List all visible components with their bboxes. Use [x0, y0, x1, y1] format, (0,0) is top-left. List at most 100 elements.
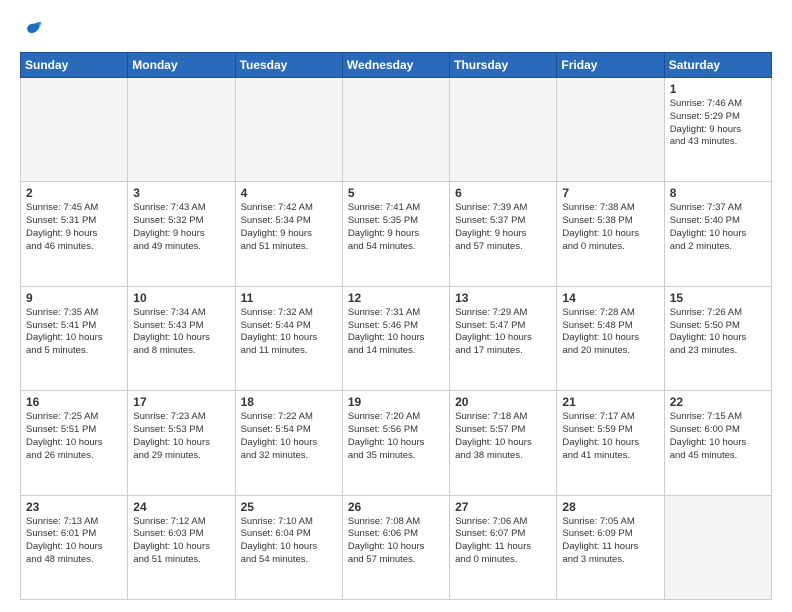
- weekday-monday: Monday: [128, 53, 235, 78]
- calendar-cell: 16 Sunrise: 7:25 AM Sunset: 5:51 PM Dayli…: [21, 391, 128, 495]
- calendar-cell: 21 Sunrise: 7:17 AM Sunset: 5:59 PM Dayli…: [557, 391, 664, 495]
- header: [20, 16, 772, 42]
- day-number: 23: [26, 500, 122, 514]
- day-number: 20: [455, 395, 551, 409]
- day-info: Sunrise: 7:13 AM Sunset: 6:01 PM Dayligh…: [26, 516, 122, 567]
- day-number: 14: [562, 291, 658, 305]
- weekday-thursday: Thursday: [450, 53, 557, 78]
- calendar-cell: 23 Sunrise: 7:13 AM Sunset: 6:01 PM Dayli…: [21, 495, 128, 599]
- calendar-cell: 20 Sunrise: 7:18 AM Sunset: 5:57 PM Dayli…: [450, 391, 557, 495]
- calendar-cell: 28 Sunrise: 7:05 AM Sunset: 6:09 PM Dayli…: [557, 495, 664, 599]
- day-number: 26: [348, 500, 444, 514]
- calendar-cell: 1 Sunrise: 7:46 AM Sunset: 5:29 PM Daylig…: [664, 78, 771, 182]
- day-number: 2: [26, 186, 122, 200]
- day-info: Sunrise: 7:05 AM Sunset: 6:09 PM Dayligh…: [562, 516, 658, 567]
- day-info: Sunrise: 7:20 AM Sunset: 5:56 PM Dayligh…: [348, 411, 444, 462]
- day-info: Sunrise: 7:39 AM Sunset: 5:37 PM Dayligh…: [455, 202, 551, 253]
- calendar-cell: 2 Sunrise: 7:45 AM Sunset: 5:31 PM Daylig…: [21, 182, 128, 286]
- day-info: Sunrise: 7:12 AM Sunset: 6:03 PM Dayligh…: [133, 516, 229, 567]
- calendar-cell: [21, 78, 128, 182]
- day-number: 11: [241, 291, 337, 305]
- calendar-cell: 11 Sunrise: 7:32 AM Sunset: 5:44 PM Dayli…: [235, 286, 342, 390]
- day-info: Sunrise: 7:28 AM Sunset: 5:48 PM Dayligh…: [562, 307, 658, 358]
- calendar-cell: [450, 78, 557, 182]
- week-row-5: 23 Sunrise: 7:13 AM Sunset: 6:01 PM Dayli…: [21, 495, 772, 599]
- day-number: 24: [133, 500, 229, 514]
- weekday-wednesday: Wednesday: [342, 53, 449, 78]
- calendar-cell: 24 Sunrise: 7:12 AM Sunset: 6:03 PM Dayli…: [128, 495, 235, 599]
- day-info: Sunrise: 7:31 AM Sunset: 5:46 PM Dayligh…: [348, 307, 444, 358]
- day-number: 1: [670, 82, 766, 96]
- day-number: 16: [26, 395, 122, 409]
- day-info: Sunrise: 7:18 AM Sunset: 5:57 PM Dayligh…: [455, 411, 551, 462]
- day-number: 25: [241, 500, 337, 514]
- weekday-friday: Friday: [557, 53, 664, 78]
- day-info: Sunrise: 7:23 AM Sunset: 5:53 PM Dayligh…: [133, 411, 229, 462]
- day-number: 8: [670, 186, 766, 200]
- day-info: Sunrise: 7:29 AM Sunset: 5:47 PM Dayligh…: [455, 307, 551, 358]
- day-number: 6: [455, 186, 551, 200]
- weekday-header-row: SundayMondayTuesdayWednesdayThursdayFrid…: [21, 53, 772, 78]
- calendar-cell: 19 Sunrise: 7:20 AM Sunset: 5:56 PM Dayli…: [342, 391, 449, 495]
- calendar-cell: [235, 78, 342, 182]
- calendar-cell: 5 Sunrise: 7:41 AM Sunset: 5:35 PM Daylig…: [342, 182, 449, 286]
- calendar-cell: 10Sunrise: 7:34 AM Sunset: 5:43 PM Dayli…: [128, 286, 235, 390]
- day-number: 5: [348, 186, 444, 200]
- calendar-cell: [342, 78, 449, 182]
- day-number: 9: [26, 291, 122, 305]
- calendar-cell: 6 Sunrise: 7:39 AM Sunset: 5:37 PM Daylig…: [450, 182, 557, 286]
- calendar-cell: 15 Sunrise: 7:26 AM Sunset: 5:50 PM Dayli…: [664, 286, 771, 390]
- calendar-cell: [557, 78, 664, 182]
- day-info: Sunrise: 7:08 AM Sunset: 6:06 PM Dayligh…: [348, 516, 444, 567]
- calendar-cell: [128, 78, 235, 182]
- calendar-cell: 4 Sunrise: 7:42 AM Sunset: 5:34 PM Daylig…: [235, 182, 342, 286]
- weekday-saturday: Saturday: [664, 53, 771, 78]
- day-info: Sunrise: 7:25 AM Sunset: 5:51 PM Dayligh…: [26, 411, 122, 462]
- day-number: 17: [133, 395, 229, 409]
- weekday-sunday: Sunday: [21, 53, 128, 78]
- day-info: Sunrise: 7:41 AM Sunset: 5:35 PM Dayligh…: [348, 202, 444, 253]
- calendar-cell: 17 Sunrise: 7:23 AM Sunset: 5:53 PM Dayli…: [128, 391, 235, 495]
- day-info: Sunrise: 7:38 AM Sunset: 5:38 PM Dayligh…: [562, 202, 658, 253]
- day-info: Sunrise: 7:42 AM Sunset: 5:34 PM Dayligh…: [241, 202, 337, 253]
- calendar-cell: 25 Sunrise: 7:10 AM Sunset: 6:04 PM Dayli…: [235, 495, 342, 599]
- week-row-1: 1 Sunrise: 7:46 AM Sunset: 5:29 PM Daylig…: [21, 78, 772, 182]
- calendar-cell: 7 Sunrise: 7:38 AM Sunset: 5:38 PM Daylig…: [557, 182, 664, 286]
- day-info: Sunrise: 7:26 AM Sunset: 5:50 PM Dayligh…: [670, 307, 766, 358]
- day-number: 19: [348, 395, 444, 409]
- day-info: Sunrise: 7:35 AM Sunset: 5:41 PM Dayligh…: [26, 307, 122, 358]
- day-number: 7: [562, 186, 658, 200]
- calendar-cell: 26 Sunrise: 7:08 AM Sunset: 6:06 PM Dayli…: [342, 495, 449, 599]
- calendar-cell: 9 Sunrise: 7:35 AM Sunset: 5:41 PM Daylig…: [21, 286, 128, 390]
- day-number: 21: [562, 395, 658, 409]
- day-number: 12: [348, 291, 444, 305]
- logo-bird-icon: [22, 20, 44, 42]
- calendar-cell: [664, 495, 771, 599]
- logo: [20, 20, 44, 42]
- day-number: 18: [241, 395, 337, 409]
- day-number: 22: [670, 395, 766, 409]
- day-info: Sunrise: 7:10 AM Sunset: 6:04 PM Dayligh…: [241, 516, 337, 567]
- calendar-cell: 3 Sunrise: 7:43 AM Sunset: 5:32 PM Daylig…: [128, 182, 235, 286]
- day-number: 4: [241, 186, 337, 200]
- calendar-cell: 14 Sunrise: 7:28 AM Sunset: 5:48 PM Dayli…: [557, 286, 664, 390]
- day-number: 3: [133, 186, 229, 200]
- day-info: Sunrise: 7:45 AM Sunset: 5:31 PM Dayligh…: [26, 202, 122, 253]
- day-info: Sunrise: 7:46 AM Sunset: 5:29 PM Dayligh…: [670, 98, 766, 149]
- week-row-2: 2 Sunrise: 7:45 AM Sunset: 5:31 PM Daylig…: [21, 182, 772, 286]
- day-info: Sunrise: 7:15 AM Sunset: 6:00 PM Dayligh…: [670, 411, 766, 462]
- day-number: 15: [670, 291, 766, 305]
- day-info: Sunrise: 7:22 AM Sunset: 5:54 PM Dayligh…: [241, 411, 337, 462]
- day-info: Sunrise: 7:06 AM Sunset: 6:07 PM Dayligh…: [455, 516, 551, 567]
- day-info: Sunrise: 7:17 AM Sunset: 5:59 PM Dayligh…: [562, 411, 658, 462]
- week-row-4: 16 Sunrise: 7:25 AM Sunset: 5:51 PM Dayli…: [21, 391, 772, 495]
- calendar-cell: 27 Sunrise: 7:06 AM Sunset: 6:07 PM Dayli…: [450, 495, 557, 599]
- day-number: 28: [562, 500, 658, 514]
- day-info: Sunrise: 7:37 AM Sunset: 5:40 PM Dayligh…: [670, 202, 766, 253]
- day-info: Sunrise: 7:43 AM Sunset: 5:32 PM Dayligh…: [133, 202, 229, 253]
- week-row-3: 9 Sunrise: 7:35 AM Sunset: 5:41 PM Daylig…: [21, 286, 772, 390]
- day-info: Sunrise: 7:32 AM Sunset: 5:44 PM Dayligh…: [241, 307, 337, 358]
- calendar-cell: 18 Sunrise: 7:22 AM Sunset: 5:54 PM Dayli…: [235, 391, 342, 495]
- weekday-tuesday: Tuesday: [235, 53, 342, 78]
- day-number: 27: [455, 500, 551, 514]
